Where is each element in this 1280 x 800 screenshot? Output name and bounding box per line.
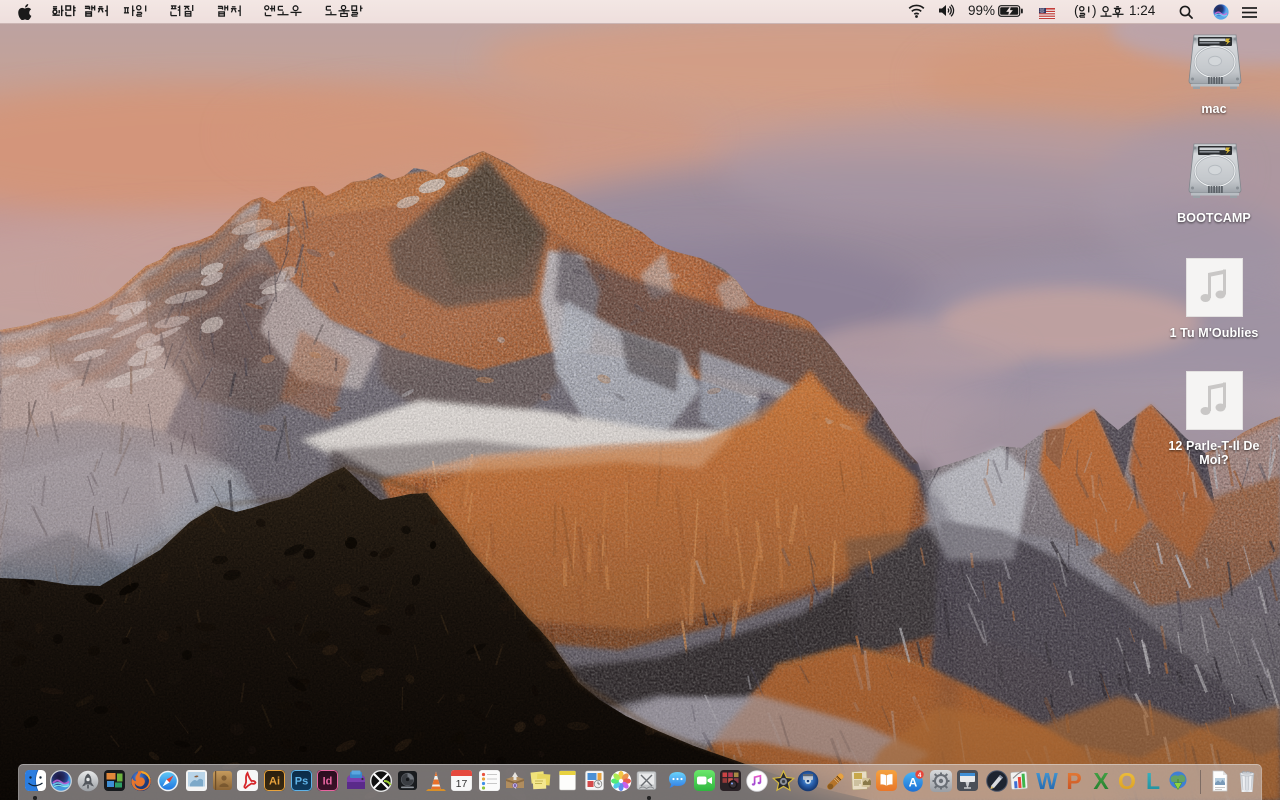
svg-text:Ai: Ai xyxy=(269,776,280,788)
svg-text:P: P xyxy=(1066,770,1081,792)
svg-text:X: X xyxy=(1093,770,1109,792)
svg-text:O: O xyxy=(1118,770,1136,792)
svg-text:Q: Q xyxy=(513,784,517,790)
svg-text:Id: Id xyxy=(323,776,333,788)
svg-text:4: 4 xyxy=(918,772,922,779)
svg-text:L: L xyxy=(1146,770,1160,792)
svg-text:A: A xyxy=(909,776,918,790)
svg-text:W: W xyxy=(1036,770,1058,792)
svg-text:17: 17 xyxy=(456,778,468,790)
svg-text:Ps: Ps xyxy=(294,776,307,788)
